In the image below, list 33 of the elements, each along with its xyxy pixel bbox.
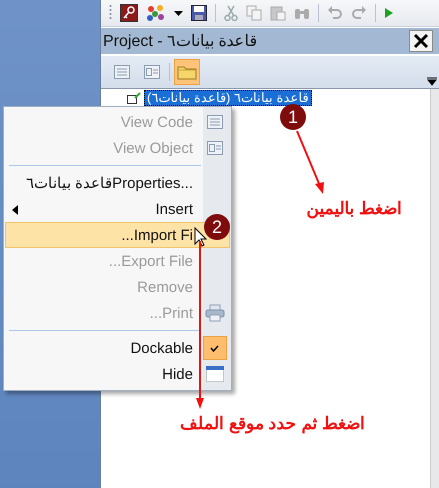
module-icon	[127, 92, 141, 104]
key-icon[interactable]	[120, 4, 138, 22]
form-icon	[144, 65, 160, 79]
menu-item[interactable]: قاعدة بيانات٦Properties...	[5, 170, 230, 196]
cut-icon[interactable]	[224, 5, 238, 21]
submenu-arrow-icon	[12, 205, 18, 215]
code-window-icon	[206, 115, 222, 129]
folder-icon	[177, 64, 197, 80]
list-icon	[114, 65, 130, 79]
panel-title: Project - قاعدة بيانات٦	[103, 32, 258, 51]
overflow-icon[interactable]	[427, 76, 437, 86]
mouse-cursor-icon	[194, 226, 208, 247]
menu-item[interactable]: Hide	[5, 361, 230, 387]
menu-item[interactable]: Dockable	[5, 335, 230, 361]
annotation-text: اضغط ثم حدد موقع الملف	[180, 413, 365, 434]
toolbar-grip-icon[interactable]	[109, 4, 112, 22]
arrow	[296, 130, 324, 194]
dropdown-caret-icon[interactable]	[174, 10, 183, 16]
tree-item[interactable]: قاعدة بيانات٦ (قاعدة بيانات٦)	[144, 90, 312, 106]
close-button[interactable]	[409, 30, 433, 52]
copy-icon[interactable]	[246, 5, 262, 21]
components-icon[interactable]	[146, 4, 166, 22]
paste-icon[interactable]	[270, 5, 286, 21]
form-window-icon	[206, 141, 222, 155]
redo-icon[interactable]	[351, 5, 367, 21]
scrollbar[interactable]	[430, 89, 439, 488]
save-icon[interactable]	[191, 5, 207, 21]
window-icon	[206, 366, 224, 382]
annotation-text: اضغط باليمين	[306, 198, 402, 219]
run-icon[interactable]	[384, 7, 394, 19]
undo-icon[interactable]	[327, 5, 343, 21]
print-icon	[204, 304, 224, 322]
toggle-folders-button[interactable]	[174, 59, 200, 85]
